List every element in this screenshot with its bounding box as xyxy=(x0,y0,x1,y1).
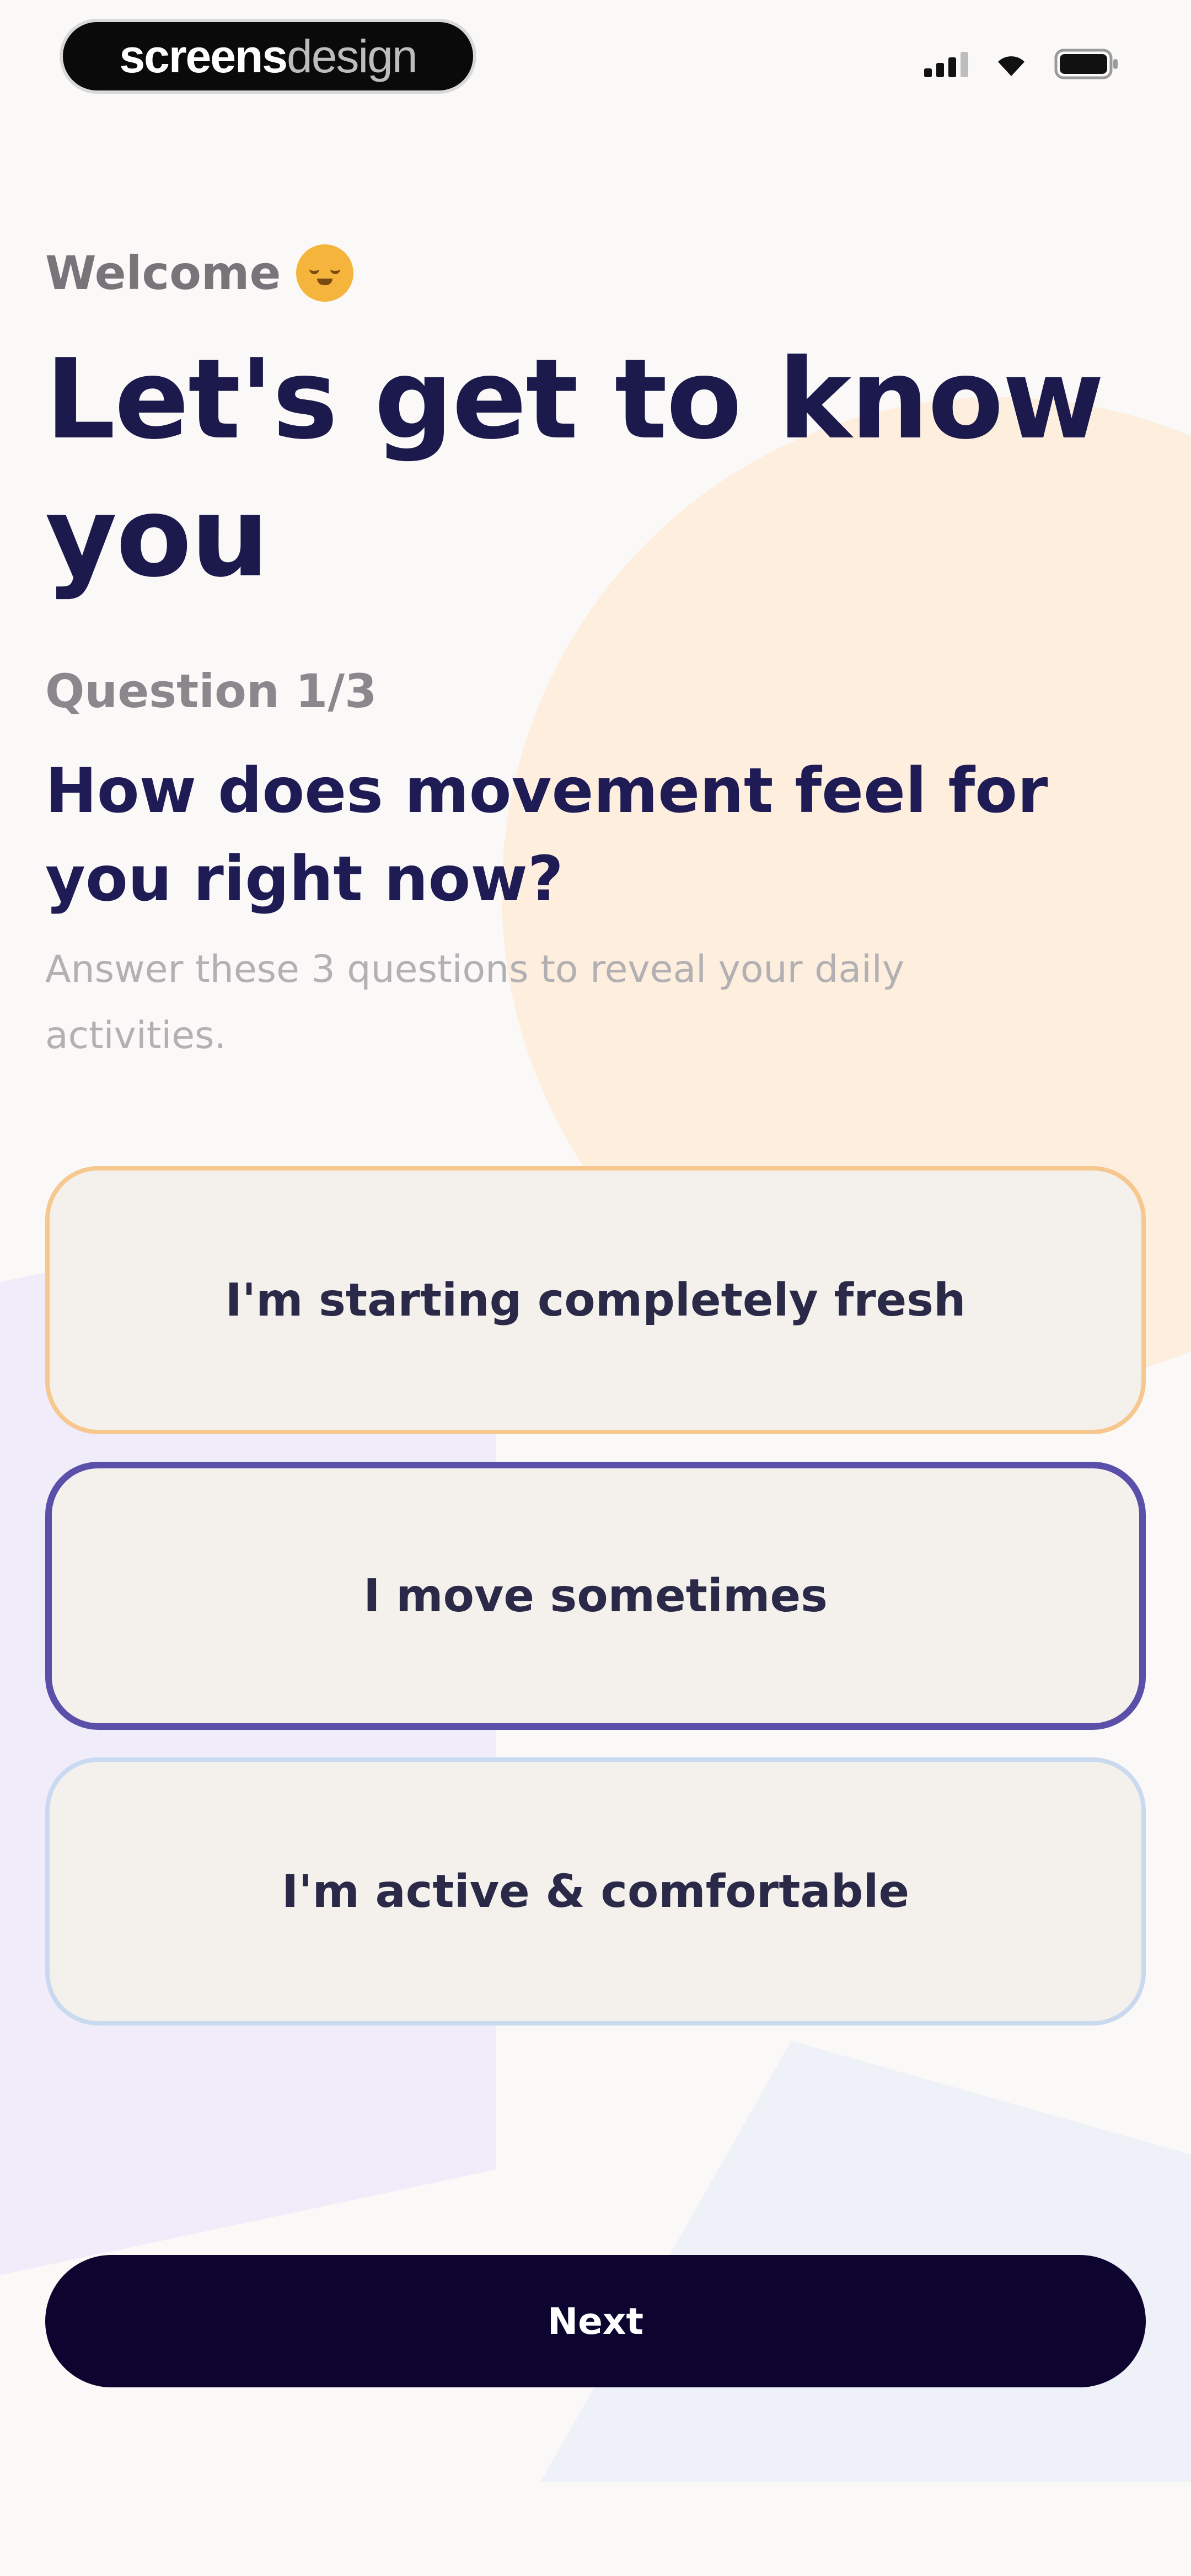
brand-text-light: design xyxy=(287,30,418,82)
helper-text: Answer these 3 questions to reveal your … xyxy=(45,948,905,1057)
page-title: Let's get to know you xyxy=(45,331,1142,607)
option-move-sometimes[interactable]: I move sometimes xyxy=(45,1462,1146,1730)
option-label: I move sometimes xyxy=(363,1569,828,1622)
brand-text-bold: screens xyxy=(119,30,288,82)
welcome-text: Welcome xyxy=(45,246,281,300)
status-icons xyxy=(924,49,1119,79)
smiling-face-icon xyxy=(296,244,354,302)
option-active-comfortable[interactable]: I'm active & comfortable xyxy=(45,1757,1146,2025)
option-label: I'm starting completely fresh xyxy=(225,1274,966,1327)
welcome-row: Welcome xyxy=(45,243,1142,303)
battery-icon xyxy=(1054,49,1119,79)
question-text: How does movement feel for you right now… xyxy=(45,755,1048,915)
cellular-signal-icon xyxy=(924,51,968,77)
option-starting-fresh[interactable]: I'm starting completely fresh xyxy=(45,1166,1146,1434)
onboarding-screen: screens design Welcome Let's get to know… xyxy=(0,0,1191,2576)
option-label: I'm active & comfortable xyxy=(281,1865,910,1918)
onboarding-content: Welcome Let's get to know you Question 1… xyxy=(45,243,1142,1069)
next-button[interactable]: Next xyxy=(45,2255,1146,2387)
wifi-icon xyxy=(994,51,1029,77)
page-title-line-2: you xyxy=(45,473,269,602)
status-bar: screens design xyxy=(0,0,1191,116)
question-counter: Question 1/3 xyxy=(45,664,377,718)
brand-watermark: screens design xyxy=(60,19,476,94)
page-title-line-1: Let's get to know xyxy=(45,335,1104,464)
